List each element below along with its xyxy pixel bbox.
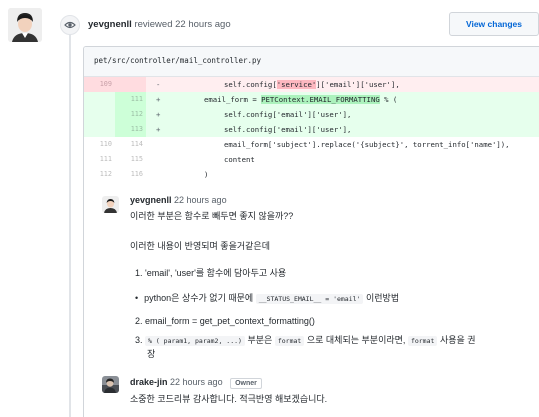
list-item: 2. email_form = get_pet_context_formatti…	[135, 316, 315, 326]
old-line-number[interactable]: 110	[84, 137, 112, 152]
comment-text: 소중한 코드리뷰 감사합니다. 적극반영 해보겠습니다.	[130, 394, 328, 404]
new-line-number[interactable]: 111	[115, 92, 146, 107]
comment-header: drake-jin 22 hours ago Owner	[130, 377, 262, 389]
diff-sign: +	[156, 125, 161, 134]
list-item: • python은 상수가 없기 때문에 __STATUS_EMAIL__ = '…	[135, 293, 400, 304]
diff-code: self.config['service']['email']['user'],	[224, 80, 400, 89]
inline-code: format	[407, 336, 438, 346]
comment-text: 이러한 내용이 반영되며 좋을거같은데	[130, 241, 270, 251]
comment-author[interactable]: yevgnenll	[130, 195, 172, 205]
diff-sign: +	[156, 95, 161, 104]
comment-author[interactable]: drake-jin	[130, 377, 168, 387]
review-action: reviewed	[134, 19, 173, 30]
diff-row: 111 + email_form = PETContext.EMAIL_FORM…	[84, 92, 539, 107]
new-line-number[interactable]: 112	[115, 107, 146, 122]
diff-code: email_form = PETContext.EMAIL_FORMATTING…	[204, 95, 398, 104]
diff-row: 110 114 email_form['subject'].replace('{…	[84, 137, 539, 152]
diff-row: 113 + self.config['email']['user'],	[84, 122, 539, 137]
diff-code: email_form['subject'].replace('{subject}…	[224, 140, 510, 149]
comment-avatar[interactable]	[102, 376, 119, 393]
new-line-number[interactable]: 116	[115, 167, 143, 182]
comment-header: yevgnenll 22 hours ago	[130, 195, 227, 205]
reviewer-avatar[interactable]	[8, 8, 42, 42]
list-item: 1. 'email', 'user'를 함수에 담아두고 사용	[135, 268, 287, 278]
review-card: pet/src/controller/mail_controller.py 10…	[83, 46, 539, 417]
review-time[interactable]: 22 hours ago	[175, 19, 230, 30]
owner-badge: Owner	[230, 378, 262, 389]
new-line-number[interactable]: 114	[115, 137, 143, 152]
diff-row: 112 + self.config['email']['user'],	[84, 107, 539, 122]
old-line-number[interactable]: 112	[84, 167, 112, 182]
comment-time[interactable]: 22 hours ago	[170, 377, 223, 387]
new-line-number[interactable]: 115	[115, 152, 143, 167]
comment-avatar[interactable]	[102, 196, 119, 213]
diff-row: 111 115 content	[84, 152, 539, 167]
new-line-number[interactable]: 113	[115, 122, 146, 137]
diff-row: 109 - self.config['service']['email']['u…	[84, 77, 539, 92]
comment-time[interactable]: 22 hours ago	[174, 195, 227, 205]
diff-code: content	[224, 155, 255, 164]
diff-table: 109 - self.config['service']['email']['u…	[84, 77, 539, 182]
review-author[interactable]: yevgnenll	[88, 19, 132, 30]
list-item-wrap: 장	[147, 349, 156, 359]
diff-sign: +	[156, 110, 161, 119]
list-item: 3. % ( param1, param2, ...) 부분은 format 으…	[135, 335, 476, 346]
diff-code: )	[204, 170, 209, 179]
review-header: yevgnenll reviewed 22 hours ago	[88, 19, 231, 30]
old-line-number[interactable]: 111	[84, 152, 112, 167]
inline-code: __STATUS_EMAIL__ = 'email'	[255, 294, 364, 304]
diff-code: self.config['email']['user'],	[224, 125, 352, 134]
diff-sign: -	[156, 80, 161, 89]
comment-text: 이러한 부분은 함수로 빼두면 좋지 않을까??	[130, 211, 294, 221]
diff-row: 112 116 )	[84, 167, 539, 182]
view-changes-button[interactable]: View changes	[449, 12, 539, 36]
eye-icon	[60, 15, 80, 35]
diff-code: self.config['email']['user'],	[224, 110, 352, 119]
file-path[interactable]: pet/src/controller/mail_controller.py	[84, 47, 539, 77]
inline-code: % ( param1, param2, ...)	[145, 336, 245, 346]
inline-code: format	[274, 336, 305, 346]
old-line-number[interactable]: 109	[84, 77, 146, 92]
timeline-line	[69, 34, 71, 417]
